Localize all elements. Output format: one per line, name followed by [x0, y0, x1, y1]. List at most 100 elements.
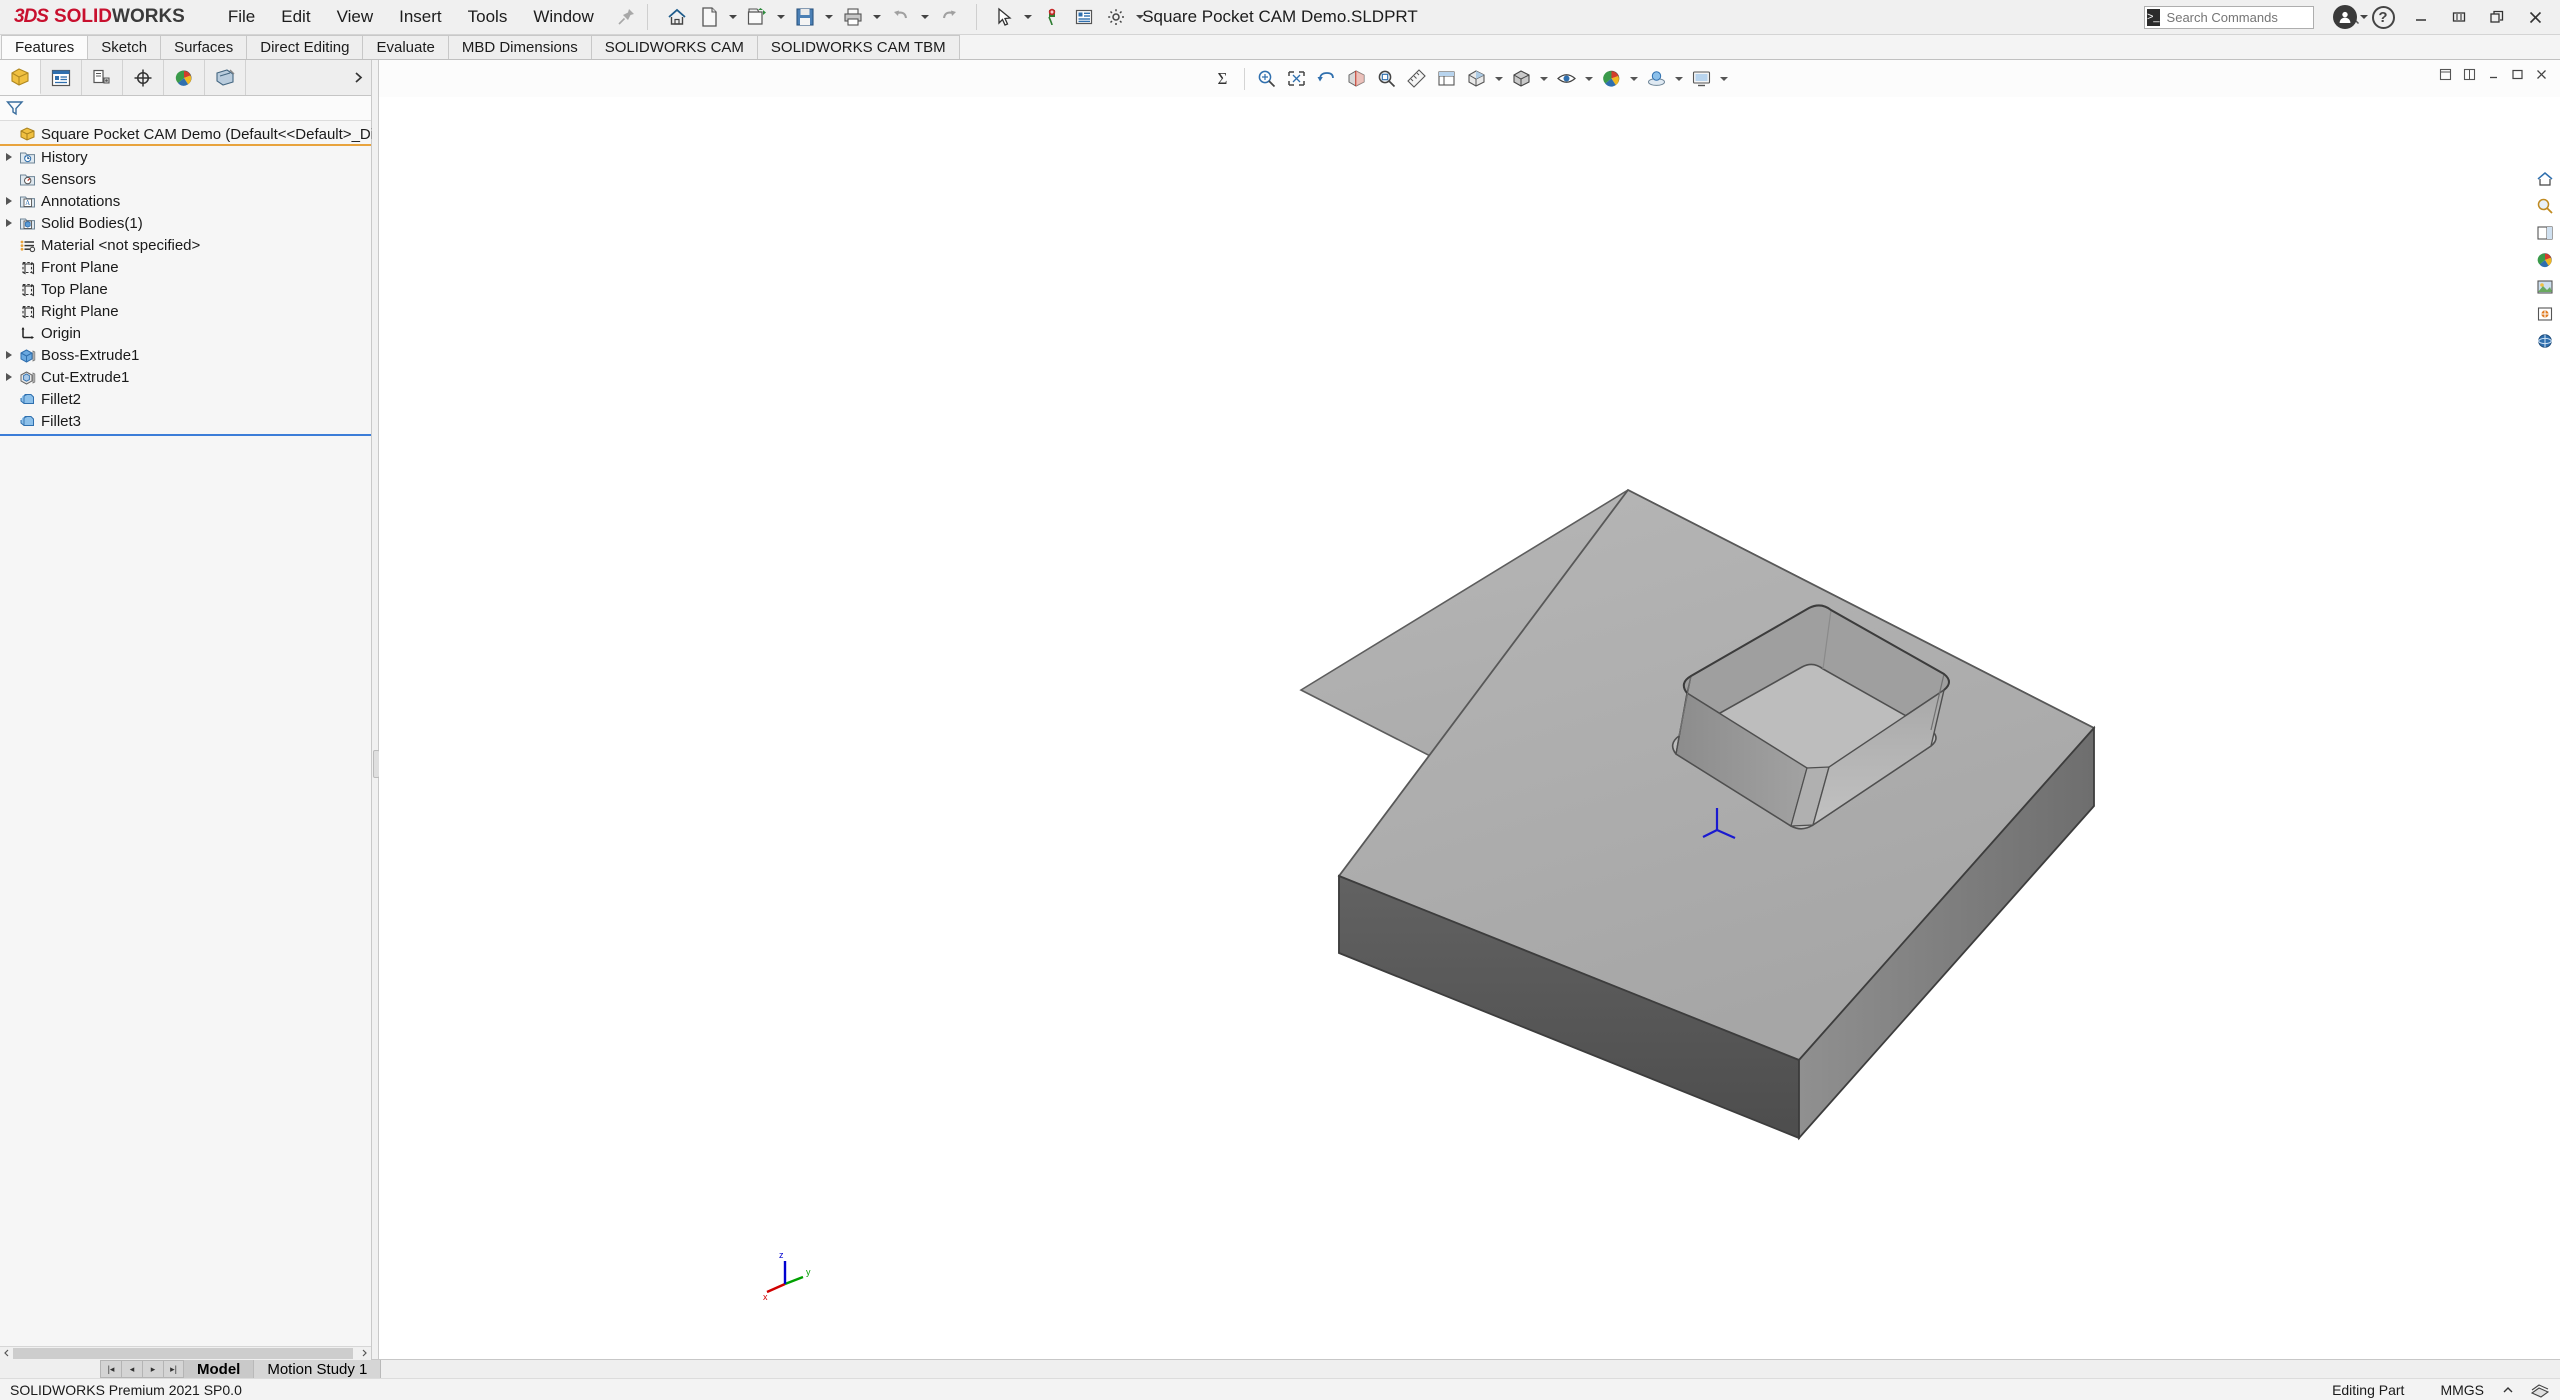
search-commands-box[interactable]: >_ — [2144, 5, 2359, 29]
feature-manager-tab[interactable] — [0, 60, 41, 95]
tab-direct-editing[interactable]: Direct Editing — [246, 35, 364, 59]
tree-item-label: Annotations — [41, 192, 121, 210]
save-icon[interactable] — [790, 2, 820, 32]
tab-mbd-dimensions[interactable]: MBD Dimensions — [447, 35, 592, 59]
tree-item-material[interactable]: Material <not specified> — [0, 234, 371, 256]
tree-item-boss-extrude1[interactable]: Boss-Extrude1 — [0, 344, 371, 366]
boss-extrude-expand-arrow[interactable] — [0, 351, 17, 359]
restore-icon[interactable] — [2440, 2, 2478, 32]
tab-motion-study-1[interactable]: Motion Study 1 — [254, 1360, 382, 1378]
tree-item-annotations[interactable]: A Annotations — [0, 190, 371, 212]
property-manager-tab[interactable] — [41, 60, 82, 95]
dimxpert-manager-tab[interactable] — [123, 60, 164, 95]
tree-item-fillet2[interactable]: Fillet2 — [0, 388, 371, 410]
tab-surfaces[interactable]: Surfaces — [160, 35, 248, 59]
scroll-left-icon[interactable] — [0, 1346, 13, 1360]
options-dropdown-icon[interactable] — [1133, 2, 1147, 32]
tree-item-sensors[interactable]: Sensors — [0, 168, 371, 190]
tab-solidworks-cam[interactable]: SOLIDWORKS CAM — [590, 35, 758, 59]
select-dropdown-icon[interactable] — [1021, 2, 1035, 32]
square-pocket-block-model[interactable] — [379, 60, 2560, 1359]
history-expand-arrow[interactable] — [0, 153, 17, 161]
main-work-area: Square Pocket CAM Demo (Default<<Default… — [0, 60, 2560, 1360]
menu-insert[interactable]: Insert — [386, 3, 455, 31]
graphics-viewport[interactable]: Σ x y z — [379, 60, 2560, 1359]
cam-feature-tree-tab[interactable] — [205, 60, 246, 95]
boss-extrude-icon — [17, 346, 37, 364]
options-gear-icon[interactable] — [1101, 2, 1131, 32]
scrollbar-track[interactable] — [13, 1346, 358, 1360]
undo-dropdown-icon[interactable] — [918, 2, 932, 32]
tab-solidworks-cam-tbm[interactable]: SOLIDWORKS CAM TBM — [756, 35, 960, 59]
solidworks-wordmark: SOLIDWORKS — [54, 6, 185, 28]
home-icon[interactable] — [662, 2, 692, 32]
tree-item-cut-extrude1[interactable]: Cut-Extrude1 — [0, 366, 371, 388]
feature-manager-tab-strip — [0, 60, 371, 96]
menu-view[interactable]: View — [324, 3, 387, 31]
cut-extrude-expand-arrow[interactable] — [0, 373, 17, 381]
tree-item-top-plane[interactable]: Top Plane — [0, 278, 371, 300]
tree-root-item[interactable]: Square Pocket CAM Demo (Default<<Default… — [0, 124, 475, 146]
new-document-icon[interactable] — [694, 2, 724, 32]
tree-item-right-plane[interactable]: Right Plane — [0, 300, 371, 322]
undo-icon[interactable] — [886, 2, 916, 32]
title-bar-right-controls: >_ ? — [2144, 2, 2560, 32]
annotations-expand-arrow[interactable] — [0, 197, 17, 205]
print-icon[interactable] — [838, 2, 868, 32]
select-icon[interactable] — [989, 2, 1019, 32]
tree-item-front-plane[interactable]: Front Plane — [0, 256, 371, 278]
menu-tools[interactable]: Tools — [455, 3, 521, 31]
redo-icon[interactable] — [934, 2, 964, 32]
maximize-icon[interactable] — [2478, 2, 2516, 32]
solid-bodies-expand-arrow[interactable] — [0, 219, 17, 227]
previous-icon[interactable]: ◂ — [121, 1360, 142, 1378]
print-dropdown-icon[interactable] — [870, 2, 884, 32]
last-icon[interactable]: ▸| — [163, 1360, 184, 1378]
tree-item-fillet3[interactable]: Fillet3 — [0, 410, 371, 432]
overlay-icon[interactable] — [2530, 1382, 2550, 1398]
chevron-up-icon[interactable] — [2502, 1385, 2530, 1395]
view-triad: x y z — [763, 1250, 811, 1302]
title-bar: 3DS SOLIDWORKS File Edit View Insert Too… — [0, 0, 2560, 35]
solid-bodies-icon — [17, 214, 37, 232]
tab-model[interactable]: Model — [184, 1360, 255, 1378]
tree-item-origin[interactable]: Origin — [0, 322, 371, 344]
open-document-icon[interactable] — [742, 2, 772, 32]
configuration-manager-tab[interactable] — [82, 60, 123, 95]
display-manager-tab[interactable] — [164, 60, 205, 95]
first-icon[interactable]: |◂ — [100, 1360, 121, 1378]
material-icon — [17, 236, 37, 254]
plane-icon — [17, 280, 37, 298]
help-question-icon[interactable]: ? — [2364, 2, 2402, 32]
tree-item-history[interactable]: History — [0, 146, 371, 168]
menu-edit[interactable]: Edit — [268, 3, 323, 31]
pushpin-icon[interactable] — [615, 6, 637, 28]
panel-splitter[interactable] — [372, 60, 380, 1359]
tree-horizontal-scrollbar[interactable] — [0, 1346, 371, 1360]
dassault-3ds-logo: 3DS — [14, 6, 49, 27]
scroll-right-icon[interactable] — [358, 1346, 371, 1360]
user-account-icon[interactable] — [2326, 2, 2364, 32]
tab-evaluate[interactable]: Evaluate — [362, 35, 449, 59]
new-document-dropdown-icon[interactable] — [726, 2, 740, 32]
menu-window[interactable]: Window — [520, 3, 606, 31]
rebuild-icon[interactable] — [1037, 2, 1067, 32]
open-document-dropdown-icon[interactable] — [774, 2, 788, 32]
file-properties-icon[interactable] — [1069, 2, 1099, 32]
expand-panel-icon[interactable] — [345, 60, 371, 95]
save-dropdown-icon[interactable] — [822, 2, 836, 32]
search-input[interactable] — [2164, 8, 2345, 26]
filter-funnel-icon[interactable] — [6, 100, 24, 116]
menu-file[interactable]: File — [215, 3, 268, 31]
close-icon[interactable] — [2516, 2, 2554, 32]
tree-item-solid-bodies[interactable]: Solid Bodies(1) — [0, 212, 371, 234]
units-label[interactable]: MMGS — [2422, 1382, 2502, 1398]
scrollbar-thumb[interactable] — [13, 1347, 353, 1359]
feature-manager-panel: Square Pocket CAM Demo (Default<<Default… — [0, 60, 475, 1360]
minimize-icon[interactable] — [2402, 2, 2440, 32]
solidworks-application-window: 3DS SOLIDWORKS File Edit View Insert Too… — [0, 0, 2560, 1400]
tab-features[interactable]: Features — [1, 35, 89, 59]
document-tab-bar: |◂ ◂ ▸ ▸| Model Motion Study 1 — [0, 1359, 2560, 1378]
tab-sketch[interactable]: Sketch — [87, 35, 162, 59]
next-icon[interactable]: ▸ — [142, 1360, 163, 1378]
